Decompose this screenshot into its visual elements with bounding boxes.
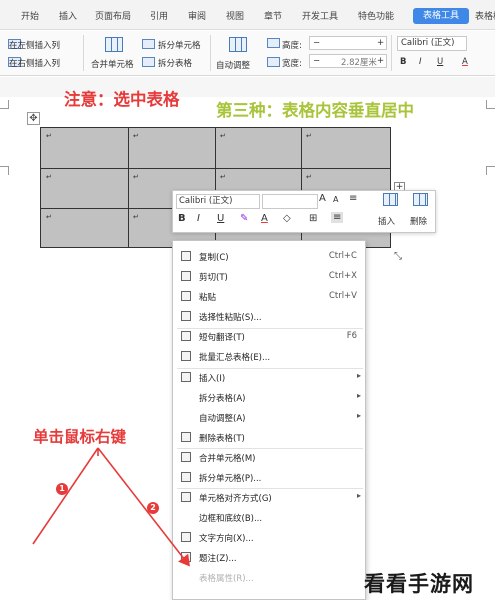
annotation-arrows xyxy=(32,447,190,567)
step-badge-1: 1 xyxy=(56,483,68,495)
watermark-logo: 看看手游网 xyxy=(364,572,474,596)
arrow-left xyxy=(32,447,99,545)
arrow-right xyxy=(97,447,190,567)
step-badge-2: 2 xyxy=(147,502,159,514)
